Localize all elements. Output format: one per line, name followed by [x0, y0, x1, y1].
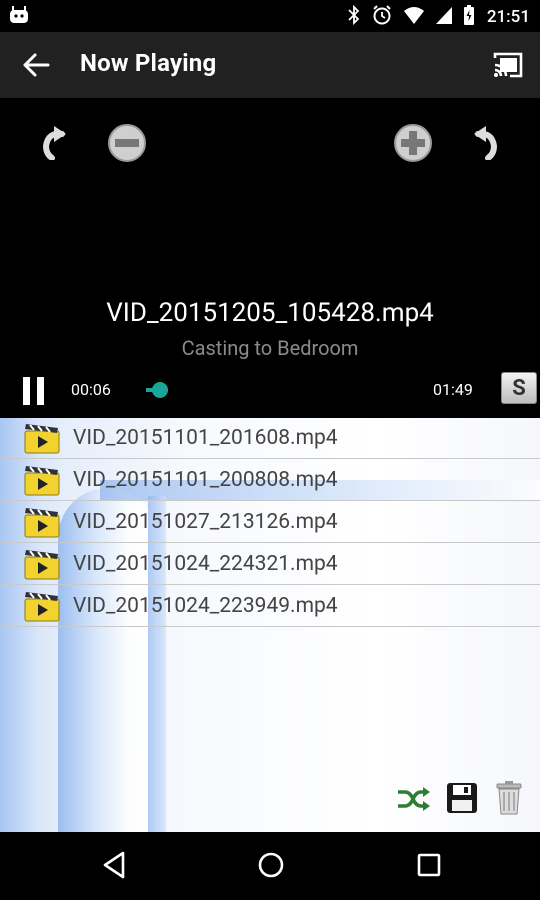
app-bar: Now Playing — [0, 32, 540, 98]
video-clip-icon — [24, 590, 60, 626]
playlist-item[interactable]: VID_20151024_223949.mp4 — [0, 586, 540, 627]
rotate-left-icon[interactable] — [38, 124, 68, 164]
alarm-icon — [371, 4, 393, 30]
navigation-bar — [0, 832, 540, 900]
trash-icon[interactable] — [494, 780, 524, 820]
back-nav-icon[interactable] — [101, 850, 127, 884]
playlist-item-name: VID_20151101_201608.mp4 — [73, 426, 338, 450]
cast-icon[interactable] — [492, 51, 524, 83]
elapsed-time: 00:06 — [71, 380, 111, 399]
video-clip-icon — [24, 506, 60, 542]
total-duration: 01:49 — [433, 380, 473, 399]
playlist: VID_20151101_201608.mp4 VID_20151101_2008… — [0, 418, 540, 832]
video-clip-icon — [24, 464, 60, 500]
playlist-item[interactable]: VID_20151024_224321.mp4 — [0, 544, 540, 585]
playlist-item-name: VID_20151027_213126.mp4 — [73, 510, 338, 534]
pause-button[interactable] — [22, 376, 46, 410]
wifi-icon — [403, 5, 425, 29]
playlist-item[interactable]: VID_20151027_213126.mp4 — [0, 502, 540, 543]
signal-icon — [435, 5, 453, 29]
playlist-item-name: VID_20151101_200808.mp4 — [73, 468, 338, 492]
seek-thumb[interactable] — [151, 382, 168, 398]
cast-status: Casting to Bedroom — [181, 336, 359, 360]
home-nav-icon[interactable] — [256, 850, 286, 884]
player-panel: VID_20151205_105428.mp4 Casting to Bedro… — [0, 98, 540, 418]
save-icon[interactable] — [446, 782, 478, 818]
bluetooth-icon — [347, 4, 361, 30]
battery-icon — [463, 4, 475, 30]
now-playing-title: VID_20151205_105428.mp4 — [106, 298, 434, 328]
shuffle-icon[interactable] — [396, 784, 432, 818]
status-bar: 21:51 — [0, 0, 540, 32]
video-clip-icon — [24, 548, 60, 584]
rotate-right-icon[interactable] — [472, 124, 502, 164]
page-title: Now Playing — [80, 49, 217, 77]
seek-bar[interactable] — [146, 382, 416, 398]
status-time: 21:51 — [486, 7, 530, 27]
playlist-item-name: VID_20151024_223949.mp4 — [73, 594, 338, 618]
playlist-item-name: VID_20151024_224321.mp4 — [73, 552, 338, 576]
android-notification-icon — [8, 5, 30, 29]
recents-nav-icon[interactable] — [415, 850, 443, 884]
back-arrow-icon[interactable] — [22, 52, 50, 82]
video-clip-icon — [24, 422, 60, 458]
playlist-item[interactable]: VID_20151101_200808.mp4 — [0, 460, 540, 501]
playlist-item[interactable]: VID_20151101_201608.mp4 — [0, 418, 540, 459]
s-button[interactable]: S — [501, 372, 537, 404]
zoom-in-icon[interactable] — [392, 122, 434, 168]
zoom-out-icon[interactable] — [106, 122, 148, 168]
